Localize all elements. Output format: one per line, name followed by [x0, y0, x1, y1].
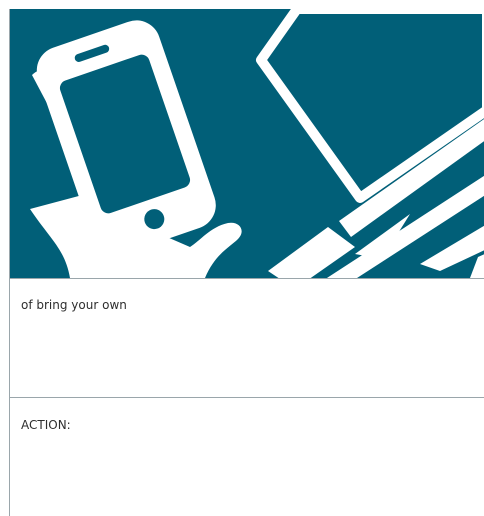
action-label: ACTION:: [21, 418, 71, 432]
laptop-icon: [256, 9, 484, 278]
section-text: of bring your own: [21, 298, 127, 312]
divider: [9, 397, 484, 398]
divider: [9, 278, 484, 279]
phone-laptop-illustration: [30, 9, 484, 278]
hero-illustration: [9, 9, 484, 278]
